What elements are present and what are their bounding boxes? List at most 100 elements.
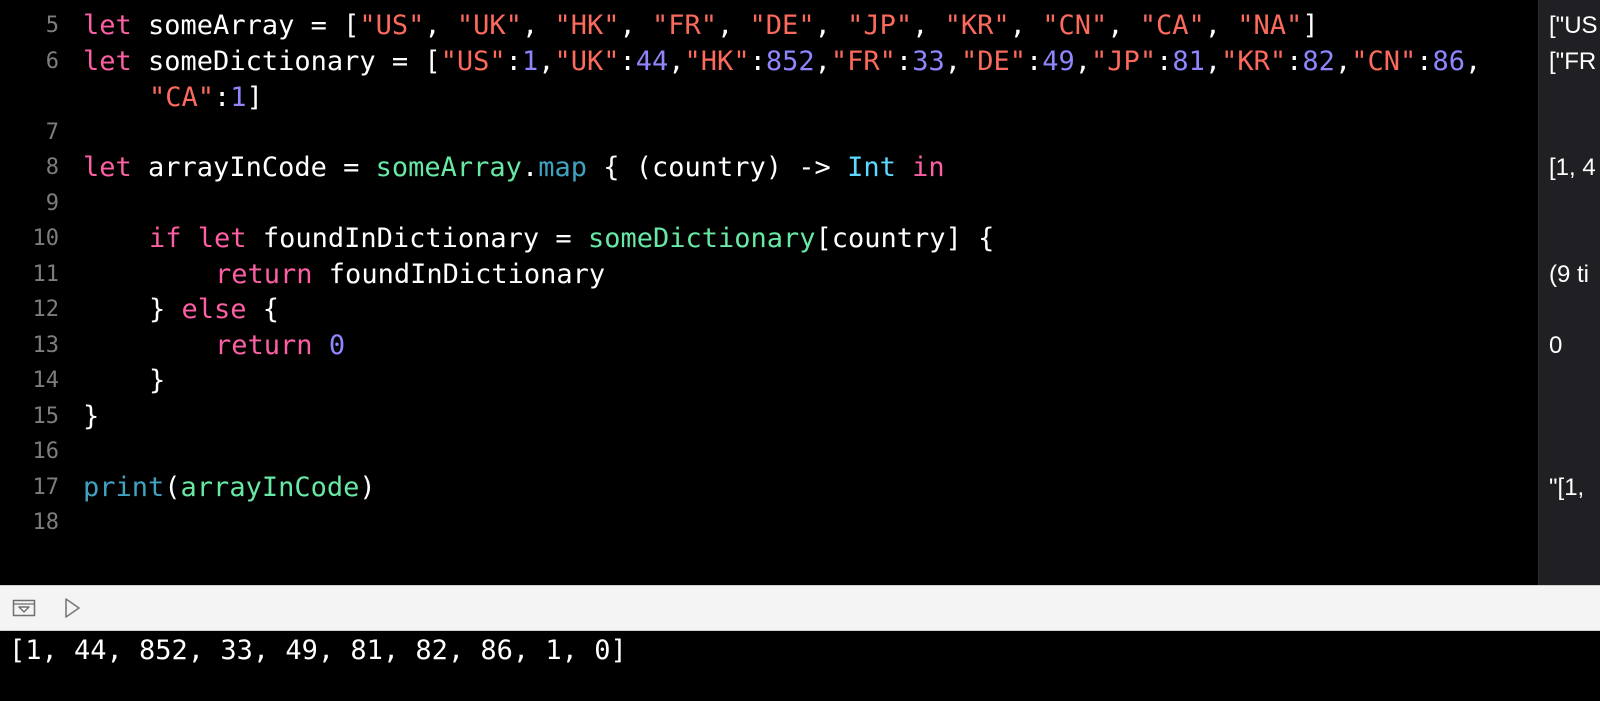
result-value[interactable]: ["FR	[1549, 44, 1596, 80]
number-literal: 1	[230, 82, 247, 113]
number-literal: 1	[521, 46, 539, 77]
run-button[interactable]	[60, 597, 84, 619]
line-number: 12	[32, 297, 60, 322]
string-literal: "CN"	[1042, 10, 1108, 41]
code-text: ,	[424, 10, 457, 41]
string-literal: "US"	[440, 46, 506, 77]
string-literal: "FR"	[652, 10, 718, 41]
code-line-10: if let foundInDictionary = someDictionar…	[149, 221, 994, 257]
hide-debug-area-button[interactable]	[12, 597, 36, 619]
code-text: ,	[1334, 46, 1352, 77]
code-editor[interactable]: 5 6 7 8 9 10 11 12 13 14 15 16 17 18 let…	[0, 0, 1538, 585]
string-literal: "NA"	[1237, 10, 1303, 41]
number-literal: 852	[765, 46, 815, 77]
code-text: :	[895, 46, 913, 77]
code-text: ,	[912, 10, 945, 41]
keyword: let	[197, 223, 247, 254]
code-area[interactable]: let someArray = ["US", "UK", "HK", "FR",…	[83, 0, 1538, 585]
string-literal: "HK"	[684, 46, 750, 77]
playground-results-sidebar[interactable]: ["US ["FR [1, 4 (9 ti 0 "[1,	[1538, 0, 1600, 585]
code-text: ,	[1465, 46, 1482, 77]
code-text: someArray = [	[131, 10, 360, 41]
console-output-area[interactable]: [1, 44, 852, 33, 49, 81, 82, 86, 1, 0]	[0, 631, 1600, 701]
keyword: return	[215, 330, 313, 361]
code-text: (	[164, 472, 181, 503]
code-text: ,	[1074, 46, 1092, 77]
code-text: [country] {	[815, 223, 995, 254]
code-text: }	[83, 401, 100, 432]
code-text: ,	[668, 46, 685, 77]
code-line-8: let arrayInCode = someArray.map { (count…	[83, 150, 945, 186]
hide-debug-area-icon	[12, 599, 36, 617]
line-number: 9	[45, 191, 59, 216]
string-literal: "CA"	[149, 82, 215, 113]
line-number: 18	[32, 510, 60, 535]
code-text: someDictionary = [	[131, 46, 441, 77]
code-line-12: } else {	[149, 292, 279, 328]
code-text: }	[149, 294, 182, 325]
keyword: else	[181, 294, 247, 325]
code-line-13: return 0	[215, 328, 345, 364]
result-value[interactable]: [1, 4	[1549, 150, 1596, 186]
string-literal: "JP"	[847, 10, 913, 41]
code-text: ,	[814, 46, 831, 77]
result-value[interactable]: ["US	[1549, 8, 1598, 44]
code-line-11: return foundInDictionary	[215, 257, 605, 293]
code-text: :	[1416, 46, 1433, 77]
string-literal: "CA"	[1139, 10, 1205, 41]
code-text: foundInDictionary =	[246, 223, 588, 254]
project-symbol: someArray	[375, 152, 522, 183]
keyword: in	[912, 152, 945, 183]
function-name: print	[83, 472, 165, 503]
code-text: ,	[1009, 10, 1043, 41]
string-literal: "US"	[359, 10, 425, 41]
keyword: let	[83, 152, 132, 183]
project-symbol: arrayInCode	[180, 472, 360, 503]
line-number: 16	[32, 439, 60, 464]
string-literal: "JP"	[1091, 46, 1157, 77]
code-text: ,	[1107, 10, 1140, 41]
code-line-15: }	[83, 399, 99, 435]
code-text: ,	[944, 46, 961, 77]
result-value[interactable]: (9 ti	[1549, 257, 1589, 293]
code-line-6: let someDictionary = ["US":1,"UK":44,"HK…	[83, 44, 1481, 80]
code-line-17: print(arrayInCode)	[83, 470, 376, 506]
number-literal: 33	[912, 46, 945, 77]
code-line-14: }	[149, 363, 165, 399]
method-name: map	[538, 152, 587, 183]
code-text: ]	[246, 82, 263, 113]
code-line-6-wrap: "CA":1]	[149, 80, 263, 116]
line-number: 6	[45, 49, 59, 74]
keyword: return	[215, 259, 313, 290]
code-text: :	[619, 46, 636, 77]
string-literal: "DE"	[960, 46, 1026, 77]
string-literal: "UK"	[554, 46, 620, 77]
code-text: ,	[1204, 46, 1222, 77]
code-text: :	[1026, 46, 1043, 77]
number-literal: 0	[328, 330, 346, 361]
result-value[interactable]: "[1,	[1549, 470, 1591, 506]
debug-toolbar	[0, 585, 1600, 631]
line-number: 11	[32, 262, 60, 287]
line-number: 10	[32, 226, 60, 251]
number-literal: 81	[1172, 46, 1205, 77]
number-literal: 49	[1042, 46, 1075, 77]
code-text: { (country) ->	[586, 152, 848, 183]
code-text: ,	[1204, 10, 1238, 41]
string-literal: "UK"	[456, 10, 522, 41]
number-literal: 86	[1432, 46, 1466, 77]
string-literal: "HK"	[554, 10, 620, 41]
project-symbol: someDictionary	[587, 223, 816, 254]
keyword: let	[83, 10, 132, 41]
string-literal: "KR"	[1221, 46, 1287, 77]
code-text: ]	[1302, 10, 1319, 41]
line-number: 14	[32, 368, 60, 393]
result-value[interactable]: 0	[1549, 328, 1562, 364]
code-text: ,	[538, 46, 555, 77]
code-line-5: let someArray = ["US", "UK", "HK", "FR",…	[83, 8, 1319, 44]
number-literal: 44	[635, 46, 669, 77]
line-number: 15	[32, 404, 60, 429]
line-number: 13	[32, 333, 60, 358]
